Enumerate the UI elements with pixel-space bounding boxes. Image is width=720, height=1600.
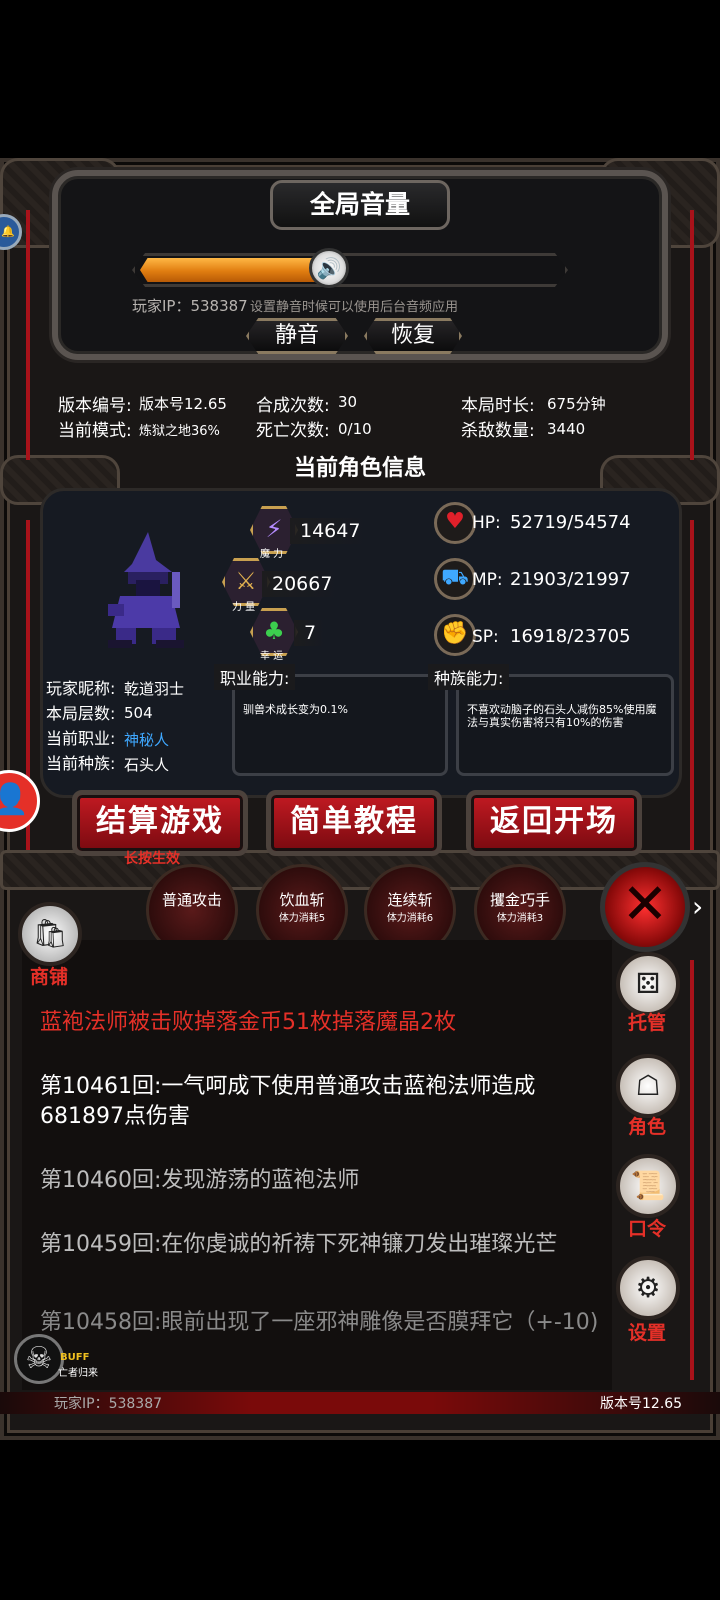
heart-icon: ♥ bbox=[434, 502, 476, 544]
frame-red-trim bbox=[690, 960, 694, 1380]
close-skills-icon[interactable]: ✕ bbox=[600, 862, 690, 952]
volume-hint-text: 设置静音时候可以使用后台音频应用 bbox=[250, 300, 459, 315]
shop-label[interactable]: 商铺 bbox=[30, 962, 68, 989]
scroll-code-icon[interactable]: 📜 bbox=[616, 1154, 680, 1218]
buff-title: BUFF bbox=[60, 1352, 90, 1363]
shop-icon[interactable]: 🛍 bbox=[18, 902, 82, 966]
magic-value: 14647 bbox=[290, 518, 371, 544]
footer-player-ip: 玩家IP：538387 bbox=[54, 1396, 163, 1412]
mode-label: 当前模式: bbox=[58, 421, 132, 441]
buff-name: 亡者归来 bbox=[58, 1368, 98, 1379]
log-line: 蓝袍法师被击败掉落金币51枚掉落魔晶2枚 bbox=[40, 1010, 456, 1035]
dice-icon[interactable]: ⚄ bbox=[616, 952, 680, 1016]
hooded-character-icon[interactable]: ☖ bbox=[616, 1054, 680, 1118]
skull-buff-icon[interactable]: ☠ bbox=[14, 1334, 64, 1384]
volume-slider-fill bbox=[140, 258, 329, 282]
log-line: 第10459回:在你虔诚的祈祷下死神镰刀发出璀璨光芒 bbox=[40, 1232, 558, 1257]
duration-value: 675分钟 bbox=[547, 395, 606, 413]
frame-red-trim bbox=[690, 210, 694, 460]
magic-caption: 魔 力 bbox=[260, 549, 284, 560]
floor-label: 本局层数: bbox=[46, 704, 116, 723]
frame-red-trim bbox=[26, 210, 30, 460]
job-ability-label: 职业能力: bbox=[214, 664, 296, 690]
death-label: 死亡次数: bbox=[256, 421, 330, 441]
chevron-right-icon[interactable]: › bbox=[692, 890, 703, 923]
log-line: 第10461回:一气呵成下使用普通攻击蓝袍法师造成681897点伤害 bbox=[40, 1074, 536, 1129]
luck-value: 7 bbox=[294, 620, 327, 646]
speaker-icon[interactable]: 🔊 bbox=[309, 248, 349, 288]
version-value: 版本号12.65 bbox=[139, 395, 227, 413]
wizard-character-sprite bbox=[108, 532, 184, 648]
player-ip-text: 玩家IP：538387 bbox=[132, 297, 248, 315]
footer-version: 版本号12.65 bbox=[600, 1396, 683, 1412]
craft-label: 合成次数: bbox=[256, 396, 330, 416]
race-ability-label: 种族能力: bbox=[428, 664, 510, 690]
log-line: 第10460回:发现游荡的蓝袍法师 bbox=[40, 1168, 360, 1193]
game-screen: 🔔 全局音量 🔊 玩家IP：538387 设置静音时候可以使用后台音频应用 静音… bbox=[0, 0, 720, 1600]
death-value: 0/10 bbox=[338, 420, 372, 438]
stamina-icon: ✊ bbox=[434, 614, 476, 656]
class-value[interactable]: 神秘人 bbox=[124, 729, 169, 750]
log-line: 第10458回:眼前出现了一座邪神雕像是否膜拜它（+-10) bbox=[40, 1310, 599, 1335]
sp-value: 16918/23705 bbox=[510, 626, 631, 647]
character-section-title: 当前角色信息 bbox=[293, 456, 426, 481]
mp-value: 21903/21997 bbox=[510, 569, 631, 590]
mana-icon: ⛟ bbox=[434, 558, 476, 600]
settings-label[interactable]: 设置 bbox=[628, 1318, 666, 1345]
craft-value: 30 bbox=[338, 393, 358, 411]
nickname-label: 玩家昵称: bbox=[46, 679, 116, 698]
tutorial-button[interactable]: 简单教程 bbox=[266, 790, 442, 856]
gear-icon[interactable]: ⚙ bbox=[616, 1256, 680, 1320]
settle-game-button[interactable]: 结算游戏 bbox=[72, 790, 248, 856]
restore-button[interactable]: 恢复 bbox=[364, 318, 462, 354]
hp-value: 52719/54574 bbox=[510, 512, 631, 533]
race-ability-text: 不喜欢动脑子的石头人减伤85%使用魔法与真实伤害将只有10%的伤害 bbox=[467, 703, 657, 729]
strength-value: 20667 bbox=[262, 571, 343, 597]
race-value: 石头人 bbox=[124, 756, 170, 774]
nickname-value: 乾道羽士 bbox=[124, 680, 185, 698]
role-label[interactable]: 角色 bbox=[628, 1112, 666, 1139]
job-ability-text: 驯兽术成长变为0.1% bbox=[243, 703, 348, 716]
class-label: 当前职业: bbox=[46, 729, 116, 748]
version-label: 版本编号: bbox=[58, 396, 132, 416]
strength-caption: 力 量 bbox=[232, 602, 256, 613]
kills-value: 3440 bbox=[547, 420, 586, 438]
kills-label: 杀敌数量: bbox=[461, 421, 535, 441]
settle-hint: 长按生效 bbox=[124, 851, 180, 867]
mp-label: MP: bbox=[472, 570, 503, 590]
mode-value: 炼狱之地36% bbox=[139, 424, 220, 439]
auto-label[interactable]: 托管 bbox=[628, 1008, 666, 1035]
floor-value: 504 bbox=[124, 704, 153, 722]
frame-red-trim bbox=[690, 520, 694, 850]
luck-caption: 幸 运 bbox=[260, 651, 284, 662]
volume-title: 全局音量 bbox=[270, 180, 450, 230]
code-label[interactable]: 口令 bbox=[628, 1214, 666, 1241]
duration-label: 本局时长: bbox=[461, 396, 535, 416]
sp-label: SP: bbox=[472, 627, 499, 647]
mute-button[interactable]: 静音 bbox=[246, 318, 348, 354]
hp-label: HP: bbox=[472, 513, 501, 533]
return-start-button[interactable]: 返回开场 bbox=[466, 790, 642, 856]
race-label: 当前种族: bbox=[46, 754, 116, 773]
